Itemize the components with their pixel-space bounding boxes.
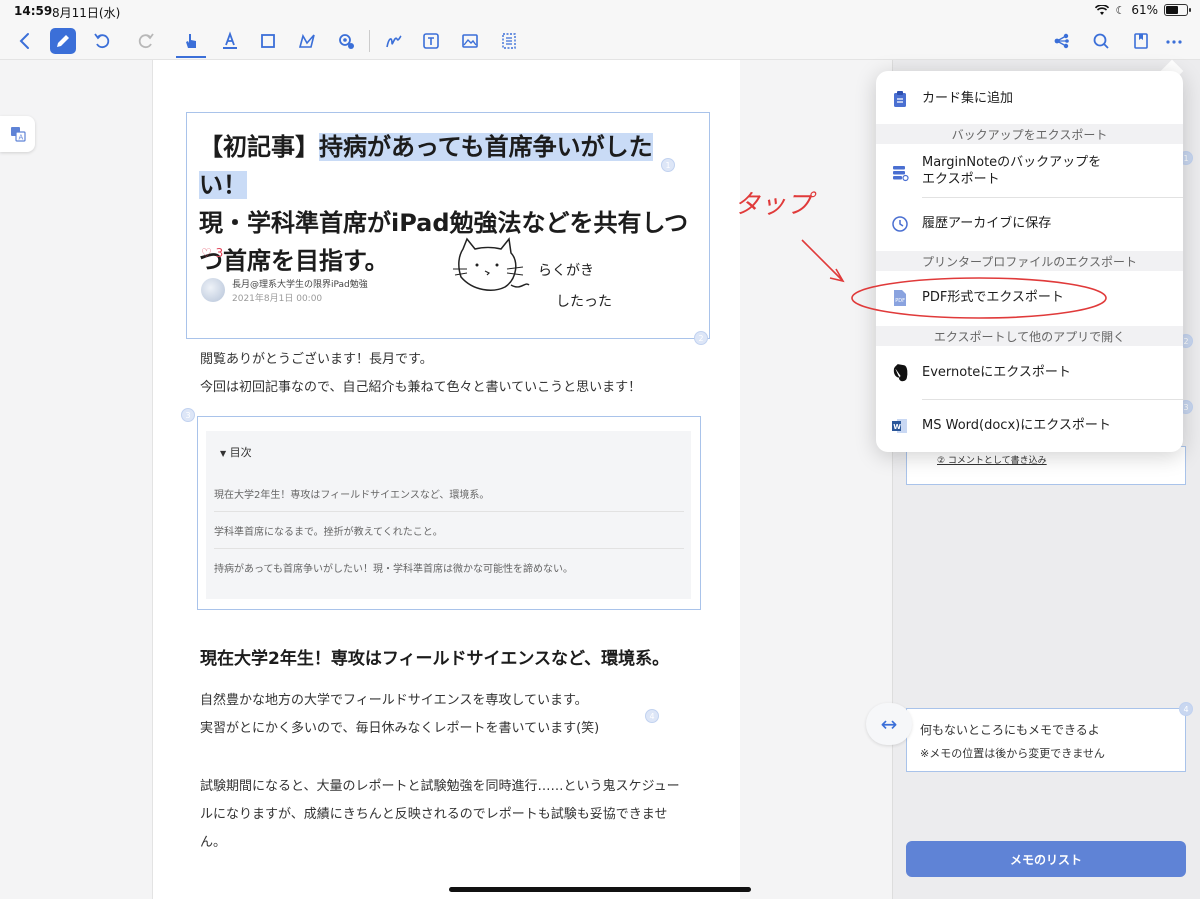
resize-arrows-icon[interactable]: ↔ <box>866 703 912 745</box>
menu-save-history[interactable]: 履歴アーカイブに保存 <box>876 210 1183 238</box>
memo-list-button[interactable]: メモのリスト <box>906 841 1186 877</box>
publish-date: 2021年8月1日 00:00 <box>232 294 323 304</box>
para-line: ルになりますが、成績にきちんと反映されるのでレポートも試験も妥協できませ <box>200 807 668 822</box>
intro-line-2: 今回は初回記事なので、自己紹介も兼ねて色々と書いていこうと思います！ <box>200 380 642 395</box>
excerpt-badge[interactable]: 1 <box>661 158 675 172</box>
heart-icon: ♡ <box>201 246 212 260</box>
toc-item[interactable]: 持病があっても首席争いがしたい！現・学科準首席は微かな可能性を諦めない。 <box>214 560 684 585</box>
toolbar-separator <box>369 30 370 52</box>
bookmark-icon[interactable] <box>1128 28 1154 54</box>
backup-db-icon <box>890 163 910 183</box>
doodle-text-2: したった <box>556 294 612 310</box>
mindmap-share-icon[interactable] <box>1049 28 1075 54</box>
undo-icon[interactable] <box>89 28 115 54</box>
menu-export-pdf[interactable]: PDF PDF形式でエクスポート <box>876 284 1183 312</box>
memo-handwritten: ② コメントとして書き込み <box>937 456 1047 466</box>
pdf-file-icon: PDF <box>890 288 910 308</box>
para-line: 実習がとにかく多いので、毎日休みなくレポートを書いています(笑) <box>200 721 600 736</box>
status-bar: 14:59 8月11日(水) ☾ 61% <box>0 0 1200 22</box>
toc-item[interactable]: 学科準首席になるまで。挫折が教えてくれたこと。 <box>214 523 684 549</box>
memo-note: ※メモの位置は後から変更できません <box>920 747 1105 760</box>
memo-badge[interactable]: 4 <box>1179 702 1193 716</box>
status-right: ☾ 61% <box>1095 3 1191 17</box>
moon-icon: ☾ <box>1115 3 1126 17</box>
section-other-app: エクスポートして他のアプリで開く <box>876 326 1183 346</box>
section-printer: プリンタープロファイルのエクスポート <box>876 251 1183 271</box>
history-clock-icon <box>890 214 910 234</box>
list-select-icon[interactable] <box>496 28 522 54</box>
excerpt-badge[interactable]: 3 <box>181 408 195 422</box>
avatar <box>201 278 225 302</box>
text-box-icon[interactable] <box>418 28 444 54</box>
text-highlight-icon[interactable] <box>217 28 243 54</box>
article-title: 【初記事】持病があっても首席争いがしたい！ 現・学科準首席がiPad勉強法などを… <box>199 133 689 275</box>
translate-icon[interactable]: A <box>0 116 35 152</box>
para-line: ん。 <box>200 835 227 850</box>
section-backup: バックアップをエクスポート <box>876 124 1183 144</box>
svg-text:W: W <box>893 423 901 431</box>
menu-export-word[interactable]: W MS Word(docx)にエクスポート <box>876 412 1183 440</box>
battery-icon <box>1164 4 1191 16</box>
para-line: 試験期間になると、大量のレポートと試験勉強を同時進行……という鬼スケジュー <box>200 779 680 794</box>
evernote-icon <box>890 363 910 383</box>
memo-text: 何もないところにもメモできるよ <box>920 723 1100 737</box>
scribble-icon[interactable] <box>381 28 407 54</box>
hand-pointer-icon[interactable] <box>178 28 204 54</box>
menu-add-to-card[interactable]: カード集に追加 <box>876 85 1183 113</box>
memo-card-4[interactable]: 何もないところにもメモできるよ ※メモの位置は後から変更できません <box>906 708 1186 772</box>
excerpt-badge[interactable]: 2 <box>694 331 708 345</box>
menu-divider <box>922 399 1183 400</box>
menu-divider <box>922 197 1183 198</box>
image-icon[interactable] <box>457 28 483 54</box>
active-tool-indicator <box>176 56 206 58</box>
cat-doodle-icon <box>453 237 530 291</box>
section-heading: 現在大学2年生！専攻はフィールドサイエンスなど、環境系。 <box>200 649 670 669</box>
table-of-contents: ▼ 目次 現在大学2年生！専攻はフィールドサイエンスなど、環境系。 学科準首席に… <box>206 431 691 599</box>
export-popup-menu: カード集に追加 バックアップをエクスポート MarginNoteのバックアップを… <box>876 71 1183 452</box>
battery-percent: 61% <box>1131 3 1158 17</box>
status-time: 14:59 <box>14 4 53 18</box>
document-page[interactable]: 【初記事】持病があっても首席争いがしたい！ 現・学科準首席がiPad勉強法などを… <box>153 60 740 899</box>
settings-badge-icon[interactable] <box>333 28 359 54</box>
back-icon[interactable] <box>12 28 38 54</box>
toc-header[interactable]: ▼ 目次 <box>220 444 252 460</box>
redo-icon[interactable] <box>133 28 159 54</box>
like-count: ♡ 3 <box>201 246 224 260</box>
intro-line-1: 閲覧ありがとうございます！長月です。 <box>200 352 433 367</box>
tap-annotation-text: タップ <box>734 190 817 220</box>
word-doc-icon: W <box>890 416 910 436</box>
pen-icon[interactable] <box>50 28 76 54</box>
rectangle-select-icon[interactable] <box>255 28 281 54</box>
svg-text:A: A <box>18 134 23 142</box>
doodle-text-1: らくがき <box>538 263 594 279</box>
triangle-down-icon: ▼ <box>220 449 227 458</box>
clipboard-icon <box>890 89 910 109</box>
menu-export-marginnote-backup[interactable]: MarginNoteのバックアップを エクスポート <box>876 155 1183 191</box>
wifi-icon <box>1095 4 1110 15</box>
search-icon[interactable] <box>1088 28 1114 54</box>
svg-text:PDF: PDF <box>895 298 905 304</box>
para-line: 自然豊かな地方の大学でフィールドサイエンスを専攻しています。 <box>200 693 588 708</box>
excerpt-badge[interactable]: 4 <box>645 709 659 723</box>
menu-export-evernote[interactable]: Evernoteにエクスポート <box>876 359 1183 387</box>
status-date: 8月11日(水) <box>52 6 121 20</box>
toc-item[interactable]: 現在大学2年生！専攻はフィールドサイエンスなど、環境系。 <box>214 486 684 512</box>
lasso-icon[interactable] <box>294 28 320 54</box>
home-indicator <box>449 887 751 892</box>
more-icon[interactable] <box>1161 28 1187 54</box>
author-name: 長月@理系大学生の限界iPad勉強 <box>232 280 368 290</box>
